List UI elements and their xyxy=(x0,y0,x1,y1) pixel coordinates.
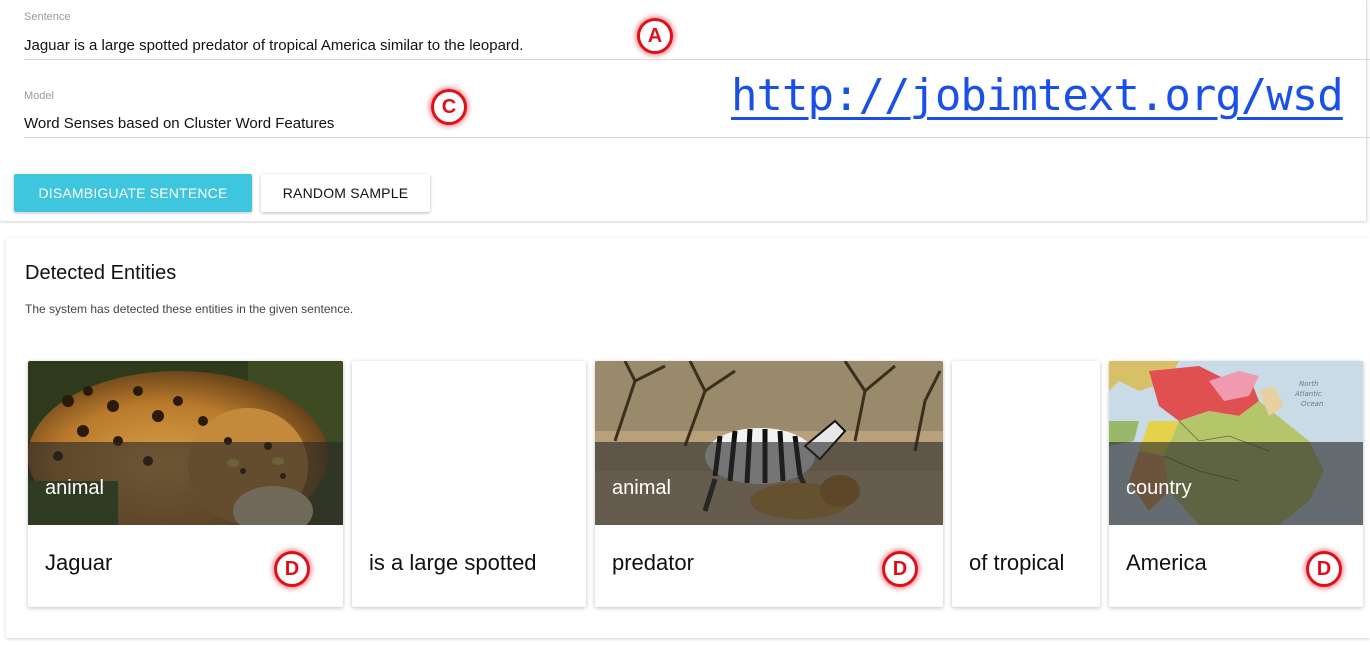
project-url-link[interactable]: http://jobimtext.org/wsd xyxy=(731,70,1344,121)
model-underline xyxy=(24,137,1370,138)
category-label: country xyxy=(1126,477,1192,499)
entity-card-jaguar[interactable]: animal Jaguar D xyxy=(28,361,343,607)
results-title: Detected Entities xyxy=(25,262,177,284)
results-subtitle: The system has detected these entities i… xyxy=(25,302,354,316)
entity-card-america[interactable]: North Atlantic Ocean country America D xyxy=(1109,361,1363,607)
entity-card-predator[interactable]: animal predator D xyxy=(595,361,943,607)
marker-c: C xyxy=(431,89,467,125)
svg-text:North: North xyxy=(1299,380,1319,388)
entity-word: Jaguar xyxy=(45,550,113,575)
entity-word: is a large spotted xyxy=(369,550,537,575)
entity-card-plain: of tropical xyxy=(952,361,1100,607)
marker-a: A xyxy=(637,18,673,54)
model-select[interactable]: Word Senses based on Cluster Word Featur… xyxy=(24,115,334,132)
disambiguate-button[interactable]: DISAMBIGUATE SENTENCE xyxy=(14,174,252,212)
entity-word: of tropical xyxy=(969,550,1065,575)
marker-d: D xyxy=(274,551,310,587)
marker-d: D xyxy=(882,551,918,587)
category-label: animal xyxy=(45,477,104,499)
random-sample-button[interactable]: RANDOM SAMPLE xyxy=(261,174,430,212)
model-label: Model xyxy=(24,90,54,102)
svg-text:Ocean: Ocean xyxy=(1301,400,1323,408)
sentence-label: Sentence xyxy=(24,11,71,23)
entity-card-plain: is a large spotted xyxy=(352,361,586,607)
marker-d: D xyxy=(1306,551,1342,587)
sentence-underline xyxy=(24,59,1370,60)
svg-text:Atlantic: Atlantic xyxy=(1294,390,1322,398)
category-label: animal xyxy=(612,477,671,499)
entity-word: predator xyxy=(612,550,694,575)
entity-word: America xyxy=(1126,550,1207,575)
sentence-input[interactable]: Jaguar is a large spotted predator of tr… xyxy=(24,37,523,54)
